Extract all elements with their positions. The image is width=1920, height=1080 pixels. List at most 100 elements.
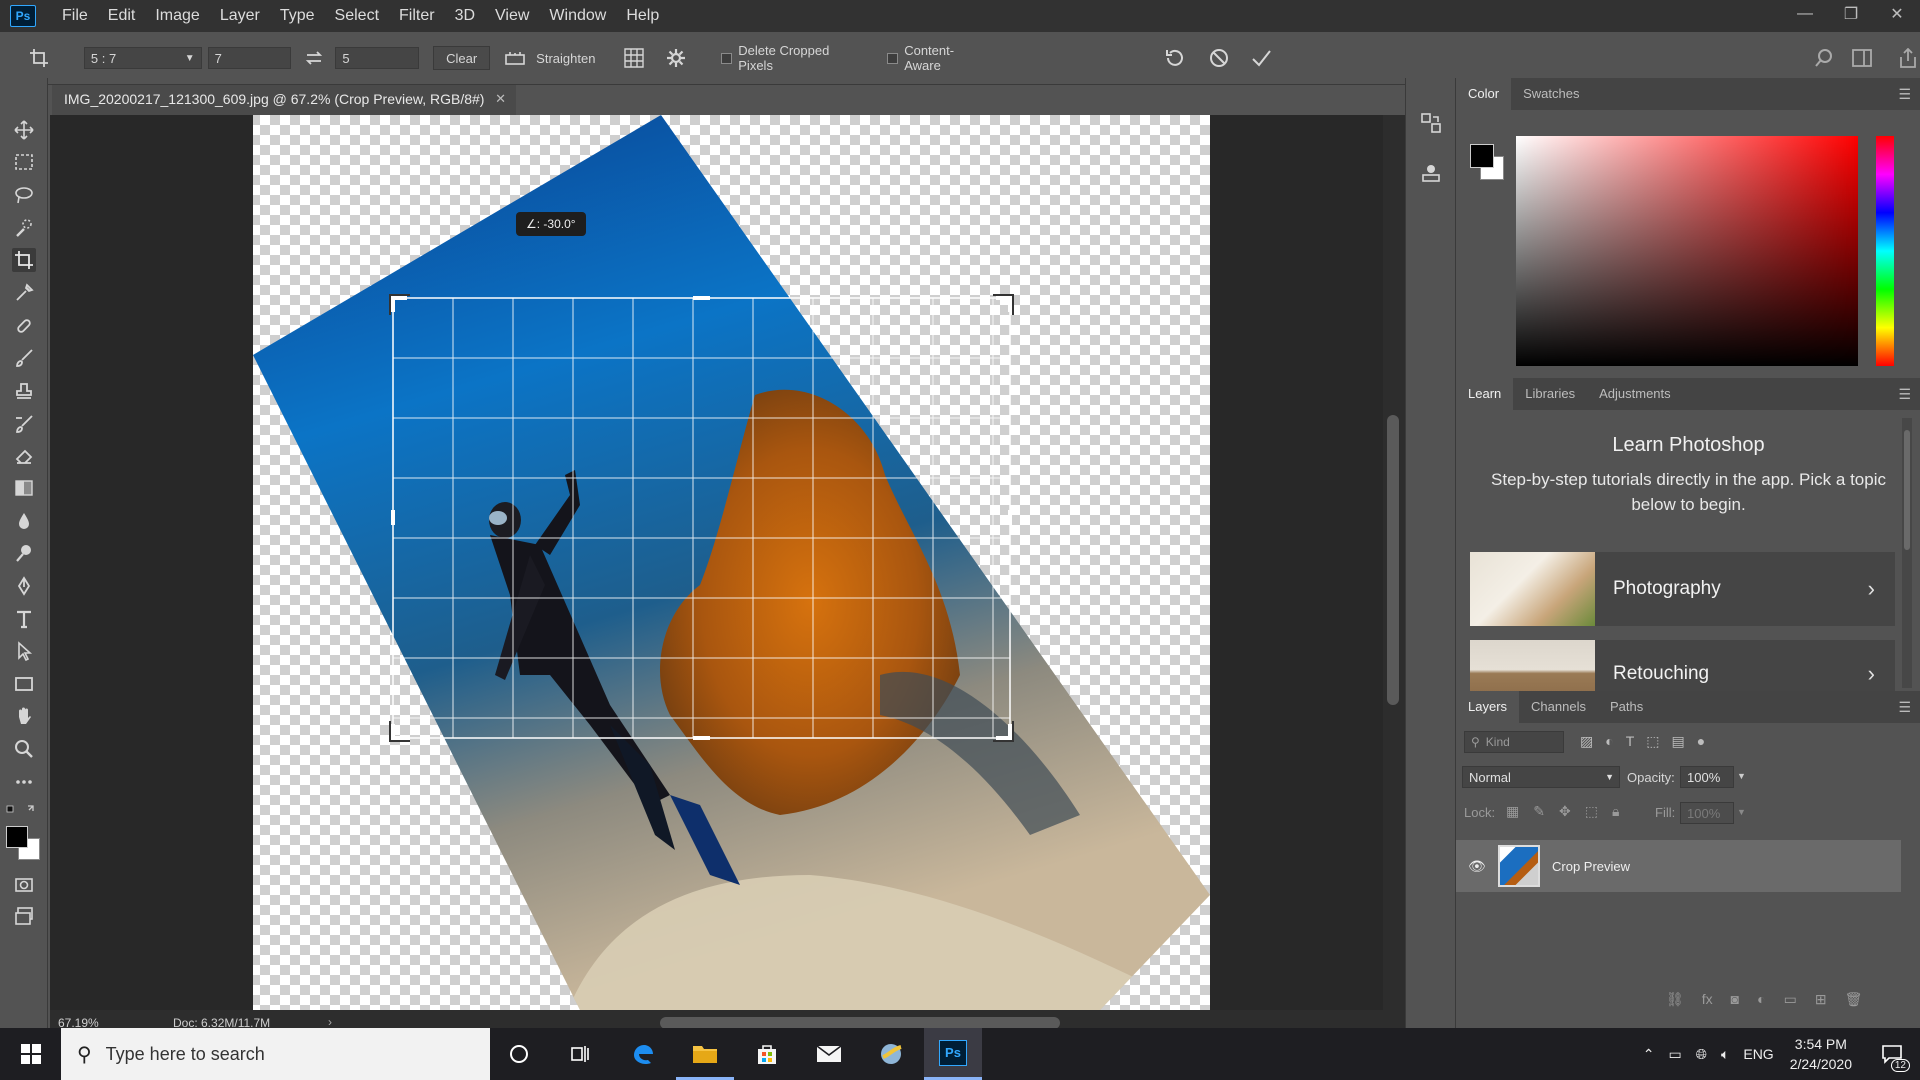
blend-mode-select[interactable]: Normal ▼ xyxy=(1462,766,1620,788)
zoom-tool-icon[interactable] xyxy=(12,737,36,761)
opacity-input[interactable]: 100% xyxy=(1680,766,1734,788)
eyedropper-tool-icon[interactable] xyxy=(12,281,36,305)
lock-position-icon[interactable]: ✥ xyxy=(1559,803,1571,820)
menu-filter[interactable]: Filter xyxy=(389,0,445,32)
tab-libraries[interactable]: Libraries xyxy=(1513,378,1587,410)
settings-gear-icon[interactable] xyxy=(665,48,687,68)
opacity-dropdown-icon[interactable]: ▼ xyxy=(1737,771,1746,781)
clear-button[interactable]: Clear xyxy=(433,46,491,70)
clock[interactable]: 3:54 PM 2/24/2020 xyxy=(1790,1034,1852,1074)
canvas-area[interactable]: ∠: -30.0° xyxy=(50,115,1390,1010)
learn-card-retouching[interactable]: Retouching › xyxy=(1470,640,1895,691)
minimize-button[interactable]: — xyxy=(1782,0,1828,28)
type-tool-icon[interactable] xyxy=(12,607,36,631)
lasso-tool-icon[interactable] xyxy=(12,183,36,207)
menu-view[interactable]: View xyxy=(485,0,539,32)
move-tool-icon[interactable] xyxy=(12,118,36,142)
workspace-icon[interactable] xyxy=(1850,49,1874,67)
layer-row[interactable]: 👁︎ Crop Preview xyxy=(1456,840,1901,892)
overlay-grid-icon[interactable] xyxy=(623,48,645,68)
menu-file[interactable]: File xyxy=(52,0,98,32)
ratio-select[interactable]: 5 : 7 ▼ xyxy=(83,47,202,69)
crop-width-input[interactable]: 7 xyxy=(207,47,292,69)
volume-icon[interactable]: 🔈︎ xyxy=(1721,1046,1729,1063)
action-center-icon[interactable]: 12 xyxy=(1872,1034,1912,1074)
battery-icon[interactable]: ▭ xyxy=(1669,1046,1682,1063)
close-tab-icon[interactable]: ✕ xyxy=(495,91,506,107)
more-tools-icon[interactable] xyxy=(12,770,36,794)
menu-layer[interactable]: Layer xyxy=(210,0,270,32)
screen-mode-icon[interactable] xyxy=(12,904,36,928)
mail-icon[interactable] xyxy=(800,1028,858,1080)
menu-window[interactable]: Window xyxy=(539,0,616,32)
file-explorer-icon[interactable] xyxy=(676,1028,734,1080)
pen-tool-icon[interactable] xyxy=(12,574,36,598)
share-icon[interactable] xyxy=(1896,48,1920,68)
fill-dropdown-icon[interactable]: ▼ xyxy=(1737,807,1746,817)
fill-input[interactable]: 100% xyxy=(1680,802,1734,824)
tab-channels[interactable]: Channels xyxy=(1519,691,1598,723)
healing-brush-tool-icon[interactable] xyxy=(12,314,36,338)
brush-tool-icon[interactable] xyxy=(12,346,36,370)
quick-selection-tool-icon[interactable] xyxy=(12,216,36,240)
document-tab[interactable]: IMG_20200217_121300_609.jpg @ 67.2% (Cro… xyxy=(52,85,516,115)
quick-mask-icon[interactable] xyxy=(12,873,36,897)
menu-edit[interactable]: Edit xyxy=(98,0,146,32)
new-adjustment-icon[interactable]: ◐ xyxy=(1757,991,1765,1008)
language-indicator[interactable]: ENG xyxy=(1743,1046,1773,1062)
new-group-icon[interactable]: ▭ xyxy=(1784,991,1797,1008)
history-brush-tool-icon[interactable] xyxy=(12,412,36,436)
eraser-tool-icon[interactable] xyxy=(12,444,36,468)
crop-tool-icon[interactable] xyxy=(12,248,36,272)
tab-color[interactable]: Color xyxy=(1456,78,1512,110)
menu-image[interactable]: Image xyxy=(145,0,209,32)
windows-start-icon[interactable] xyxy=(2,1028,60,1080)
properties-panel-icon[interactable] xyxy=(1420,162,1442,189)
filter-toggle-icon[interactable]: ● xyxy=(1697,733,1705,750)
lock-artboard-icon[interactable]: ⬚ xyxy=(1585,803,1598,820)
cancel-icon[interactable] xyxy=(1206,47,1232,69)
new-layer-icon[interactable]: ⊞ xyxy=(1815,991,1827,1008)
kind-filter-select[interactable]: ⚲ Kind xyxy=(1464,731,1564,753)
adjustment-filter-icon[interactable]: ◐ xyxy=(1605,733,1613,750)
lock-all-icon[interactable]: 🔒︎ xyxy=(1612,803,1619,820)
close-button[interactable]: ✕ xyxy=(1874,0,1920,28)
marquee-tool-icon[interactable] xyxy=(12,150,36,174)
hue-slider[interactable] xyxy=(1876,136,1894,366)
blur-tool-icon[interactable] xyxy=(12,509,36,533)
learn-scroll-thumb[interactable] xyxy=(1904,430,1910,550)
layer-name[interactable]: Crop Preview xyxy=(1552,859,1630,874)
pixel-filter-icon[interactable]: ▨ xyxy=(1580,733,1593,750)
tab-layers[interactable]: Layers xyxy=(1456,691,1520,723)
taskbar-search-box[interactable]: ⚲ Type here to search xyxy=(61,1028,490,1080)
learn-scrollbar[interactable] xyxy=(1902,418,1912,688)
swap-colors-icon[interactable] xyxy=(6,803,36,817)
learn-card-photography[interactable]: Photography › xyxy=(1470,552,1895,626)
restore-button[interactable]: ❐ xyxy=(1828,0,1874,28)
straighten-label[interactable]: Straighten xyxy=(536,51,595,66)
color-panel-swatches[interactable] xyxy=(1470,144,1506,182)
menu-select[interactable]: Select xyxy=(325,0,389,32)
path-selection-tool-icon[interactable] xyxy=(12,639,36,663)
smart-object-filter-icon[interactable]: ▤ xyxy=(1672,733,1685,750)
tab-learn[interactable]: Learn xyxy=(1456,378,1514,410)
panel-menu-icon[interactable]: ☰ xyxy=(1898,386,1911,403)
lock-image-icon[interactable]: ✎ xyxy=(1533,803,1545,820)
task-view-icon[interactable] xyxy=(551,1028,609,1080)
delete-cropped-checkbox[interactable]: Delete Cropped Pixels xyxy=(721,43,867,73)
status-arrow-icon[interactable]: › xyxy=(328,1015,332,1029)
history-panel-icon[interactable] xyxy=(1420,112,1442,139)
panel-menu-icon[interactable]: ☰ xyxy=(1898,699,1911,716)
eye-visibility-icon[interactable]: 👁︎ xyxy=(1468,858,1488,875)
tab-swatches[interactable]: Swatches xyxy=(1511,78,1591,110)
menu-3d[interactable]: 3D xyxy=(445,0,485,32)
browser-app-icon[interactable] xyxy=(862,1028,920,1080)
menu-type[interactable]: Type xyxy=(270,0,325,32)
network-globe-icon[interactable]: 🌐︎ xyxy=(1696,1046,1707,1063)
fx-icon[interactable]: fx xyxy=(1702,991,1713,1008)
photoshop-taskbar-icon[interactable]: Ps xyxy=(924,1028,982,1080)
menu-help[interactable]: Help xyxy=(616,0,669,32)
commit-checkmark-icon[interactable] xyxy=(1248,47,1274,69)
content-aware-checkbox[interactable]: Content-Aware xyxy=(887,43,990,73)
tab-adjustments[interactable]: Adjustments xyxy=(1587,378,1683,410)
